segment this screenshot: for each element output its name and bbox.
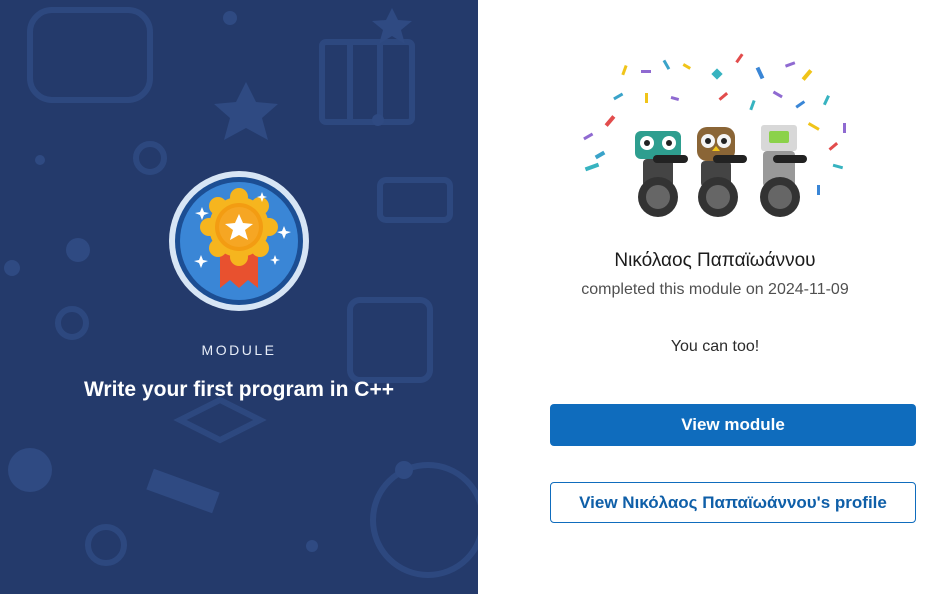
learner-name: Νικόλαος Παπαϊωάννου — [614, 250, 816, 271]
module-title: Write your first program in C++ — [83, 378, 394, 401]
view-profile-button[interactable]: View Νικόλαος Παπαϊωάννου's profile — [550, 482, 916, 523]
robot-owl — [697, 127, 747, 217]
celebrating-robots-illustration — [583, 53, 846, 217]
achievement-panel: Νικόλαος Παπαϊωάννου completed this modu… — [478, 0, 942, 594]
view-module-button[interactable]: View module — [550, 404, 916, 446]
encouragement-text: You can too! — [670, 338, 760, 355]
robot-green — [635, 131, 688, 217]
robot-silver — [760, 125, 807, 217]
completion-text: completed this module on 2024-11-09 — [581, 281, 849, 298]
award-medal-icon — [169, 171, 309, 311]
module-panel: MODULE Write your first program in C++ — [0, 0, 478, 594]
module-label: MODULE — [201, 342, 277, 358]
